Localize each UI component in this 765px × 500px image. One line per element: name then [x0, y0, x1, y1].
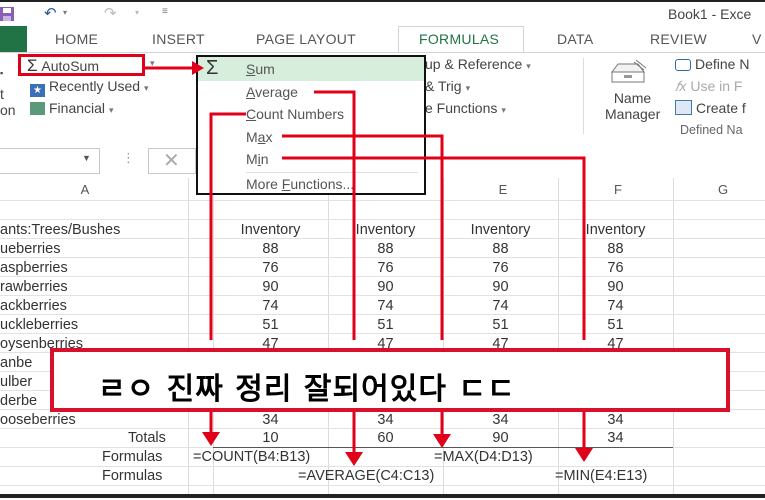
arrowhead-count — [202, 432, 220, 446]
arrow-min-line — [282, 156, 586, 340]
arrowhead-max — [433, 434, 451, 448]
bottom-border — [0, 494, 765, 498]
arrow-max-line — [282, 134, 444, 340]
arrowhead-min — [575, 448, 593, 462]
arrow-count-line — [209, 112, 246, 340]
arrowhead-sum — [192, 61, 204, 75]
arrow-average-line — [314, 90, 356, 340]
arrowhead-average — [345, 452, 363, 466]
annotation-arrows — [145, 61, 593, 466]
